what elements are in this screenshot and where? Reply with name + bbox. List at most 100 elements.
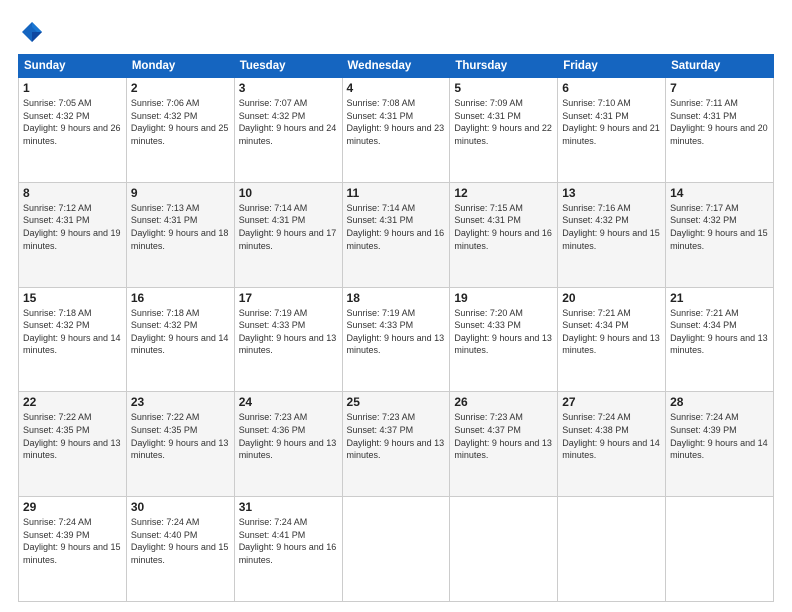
calendar-cell: 25 Sunrise: 7:23 AMSunset: 4:37 PMDayligh… xyxy=(342,392,450,497)
weekday-header-thursday: Thursday xyxy=(450,55,558,78)
day-info: Sunrise: 7:18 AMSunset: 4:32 PMDaylight:… xyxy=(131,307,230,357)
day-info: Sunrise: 7:10 AMSunset: 4:31 PMDaylight:… xyxy=(562,97,661,147)
day-info: Sunrise: 7:12 AMSunset: 4:31 PMDaylight:… xyxy=(23,202,122,252)
day-number: 26 xyxy=(454,395,553,409)
day-number: 12 xyxy=(454,186,553,200)
day-info: Sunrise: 7:16 AMSunset: 4:32 PMDaylight:… xyxy=(562,202,661,252)
day-info: Sunrise: 7:14 AMSunset: 4:31 PMDaylight:… xyxy=(347,202,446,252)
day-number: 6 xyxy=(562,81,661,95)
calendar-cell: 11 Sunrise: 7:14 AMSunset: 4:31 PMDayligh… xyxy=(342,182,450,287)
day-number: 25 xyxy=(347,395,446,409)
logo xyxy=(18,18,50,46)
calendar-cell: 26 Sunrise: 7:23 AMSunset: 4:37 PMDayligh… xyxy=(450,392,558,497)
day-number: 21 xyxy=(670,291,769,305)
day-info: Sunrise: 7:22 AMSunset: 4:35 PMDaylight:… xyxy=(23,411,122,461)
weekday-header-saturday: Saturday xyxy=(666,55,774,78)
calendar-cell: 14 Sunrise: 7:17 AMSunset: 4:32 PMDayligh… xyxy=(666,182,774,287)
day-number: 3 xyxy=(239,81,338,95)
calendar-week-3: 15 Sunrise: 7:18 AMSunset: 4:32 PMDayligh… xyxy=(19,287,774,392)
day-info: Sunrise: 7:17 AMSunset: 4:32 PMDaylight:… xyxy=(670,202,769,252)
day-number: 10 xyxy=(239,186,338,200)
day-info: Sunrise: 7:23 AMSunset: 4:37 PMDaylight:… xyxy=(454,411,553,461)
day-number: 7 xyxy=(670,81,769,95)
day-number: 16 xyxy=(131,291,230,305)
day-number: 31 xyxy=(239,500,338,514)
day-number: 9 xyxy=(131,186,230,200)
day-info: Sunrise: 7:24 AMSunset: 4:39 PMDaylight:… xyxy=(670,411,769,461)
day-number: 2 xyxy=(131,81,230,95)
calendar-cell xyxy=(450,497,558,602)
calendar-cell: 30Sunrise: 7:24 AMSunset: 4:40 PMDayligh… xyxy=(126,497,234,602)
calendar-cell: 12 Sunrise: 7:15 AMSunset: 4:31 PMDayligh… xyxy=(450,182,558,287)
calendar-cell: 20 Sunrise: 7:21 AMSunset: 4:34 PMDayligh… xyxy=(558,287,666,392)
day-info: Sunrise: 7:24 AMSunset: 4:41 PMDaylight:… xyxy=(239,516,338,566)
calendar-cell: 18 Sunrise: 7:19 AMSunset: 4:33 PMDayligh… xyxy=(342,287,450,392)
weekday-header-wednesday: Wednesday xyxy=(342,55,450,78)
weekday-header-friday: Friday xyxy=(558,55,666,78)
calendar-week-5: 29 Sunrise: 7:24 AMSunset: 4:39 PMDayligh… xyxy=(19,497,774,602)
day-number: 15 xyxy=(23,291,122,305)
day-number: 17 xyxy=(239,291,338,305)
calendar-cell: 6 Sunrise: 7:10 AMSunset: 4:31 PMDaylight… xyxy=(558,78,666,183)
day-info: Sunrise: 7:08 AMSunset: 4:31 PMDaylight:… xyxy=(347,97,446,147)
calendar-cell: 19 Sunrise: 7:20 AMSunset: 4:33 PMDayligh… xyxy=(450,287,558,392)
calendar-cell: 28 Sunrise: 7:24 AMSunset: 4:39 PMDayligh… xyxy=(666,392,774,497)
calendar-cell: 27 Sunrise: 7:24 AMSunset: 4:38 PMDayligh… xyxy=(558,392,666,497)
calendar-cell xyxy=(342,497,450,602)
weekday-header-tuesday: Tuesday xyxy=(234,55,342,78)
day-number: 27 xyxy=(562,395,661,409)
calendar-cell: 23 Sunrise: 7:22 AMSunset: 4:35 PMDayligh… xyxy=(126,392,234,497)
day-number: 18 xyxy=(347,291,446,305)
day-number: 23 xyxy=(131,395,230,409)
calendar-cell: 17Sunrise: 7:19 AMSunset: 4:33 PMDayligh… xyxy=(234,287,342,392)
day-number: 20 xyxy=(562,291,661,305)
logo-icon xyxy=(18,18,46,46)
calendar-week-2: 8 Sunrise: 7:12 AMSunset: 4:31 PMDaylight… xyxy=(19,182,774,287)
day-info: Sunrise: 7:23 AMSunset: 4:37 PMDaylight:… xyxy=(347,411,446,461)
calendar-cell: 7 Sunrise: 7:11 AMSunset: 4:31 PMDaylight… xyxy=(666,78,774,183)
calendar-cell: 1Sunrise: 7:05 AMSunset: 4:32 PMDaylight… xyxy=(19,78,127,183)
day-info: Sunrise: 7:20 AMSunset: 4:33 PMDaylight:… xyxy=(454,307,553,357)
day-info: Sunrise: 7:06 AMSunset: 4:32 PMDaylight:… xyxy=(131,97,230,147)
top-section xyxy=(18,18,774,46)
day-number: 28 xyxy=(670,395,769,409)
day-number: 13 xyxy=(562,186,661,200)
calendar-week-4: 22Sunrise: 7:22 AMSunset: 4:35 PMDayligh… xyxy=(19,392,774,497)
weekday-header-monday: Monday xyxy=(126,55,234,78)
calendar-cell: 5Sunrise: 7:09 AMSunset: 4:31 PMDaylight… xyxy=(450,78,558,183)
day-info: Sunrise: 7:24 AMSunset: 4:39 PMDaylight:… xyxy=(23,516,122,566)
day-info: Sunrise: 7:07 AMSunset: 4:32 PMDaylight:… xyxy=(239,97,338,147)
calendar-cell: 3 Sunrise: 7:07 AMSunset: 4:32 PMDaylight… xyxy=(234,78,342,183)
calendar-table: SundayMondayTuesdayWednesdayThursdayFrid… xyxy=(18,54,774,602)
day-info: Sunrise: 7:23 AMSunset: 4:36 PMDaylight:… xyxy=(239,411,338,461)
day-number: 19 xyxy=(454,291,553,305)
day-number: 8 xyxy=(23,186,122,200)
day-number: 1 xyxy=(23,81,122,95)
calendar-cell xyxy=(558,497,666,602)
day-info: Sunrise: 7:21 AMSunset: 4:34 PMDaylight:… xyxy=(562,307,661,357)
calendar-cell xyxy=(666,497,774,602)
day-info: Sunrise: 7:11 AMSunset: 4:31 PMDaylight:… xyxy=(670,97,769,147)
calendar-cell: 22Sunrise: 7:22 AMSunset: 4:35 PMDayligh… xyxy=(19,392,127,497)
day-info: Sunrise: 7:24 AMSunset: 4:38 PMDaylight:… xyxy=(562,411,661,461)
header-row: SundayMondayTuesdayWednesdayThursdayFrid… xyxy=(19,55,774,78)
day-info: Sunrise: 7:15 AMSunset: 4:31 PMDaylight:… xyxy=(454,202,553,252)
calendar-cell: 13 Sunrise: 7:16 AMSunset: 4:32 PMDayligh… xyxy=(558,182,666,287)
calendar-cell: 9Sunrise: 7:13 AMSunset: 4:31 PMDaylight… xyxy=(126,182,234,287)
calendar-cell: 10 Sunrise: 7:14 AMSunset: 4:31 PMDayligh… xyxy=(234,182,342,287)
calendar-cell: 15Sunrise: 7:18 AMSunset: 4:32 PMDayligh… xyxy=(19,287,127,392)
day-number: 14 xyxy=(670,186,769,200)
day-number: 11 xyxy=(347,186,446,200)
day-info: Sunrise: 7:22 AMSunset: 4:35 PMDaylight:… xyxy=(131,411,230,461)
day-number: 24 xyxy=(239,395,338,409)
day-number: 4 xyxy=(347,81,446,95)
day-number: 29 xyxy=(23,500,122,514)
day-info: Sunrise: 7:14 AMSunset: 4:31 PMDaylight:… xyxy=(239,202,338,252)
calendar-cell: 21Sunrise: 7:21 AMSunset: 4:34 PMDayligh… xyxy=(666,287,774,392)
calendar-cell: 16 Sunrise: 7:18 AMSunset: 4:32 PMDayligh… xyxy=(126,287,234,392)
day-info: Sunrise: 7:09 AMSunset: 4:31 PMDaylight:… xyxy=(454,97,553,147)
calendar-week-1: 1Sunrise: 7:05 AMSunset: 4:32 PMDaylight… xyxy=(19,78,774,183)
calendar-cell: 8 Sunrise: 7:12 AMSunset: 4:31 PMDaylight… xyxy=(19,182,127,287)
weekday-header-sunday: Sunday xyxy=(19,55,127,78)
day-info: Sunrise: 7:19 AMSunset: 4:33 PMDaylight:… xyxy=(347,307,446,357)
